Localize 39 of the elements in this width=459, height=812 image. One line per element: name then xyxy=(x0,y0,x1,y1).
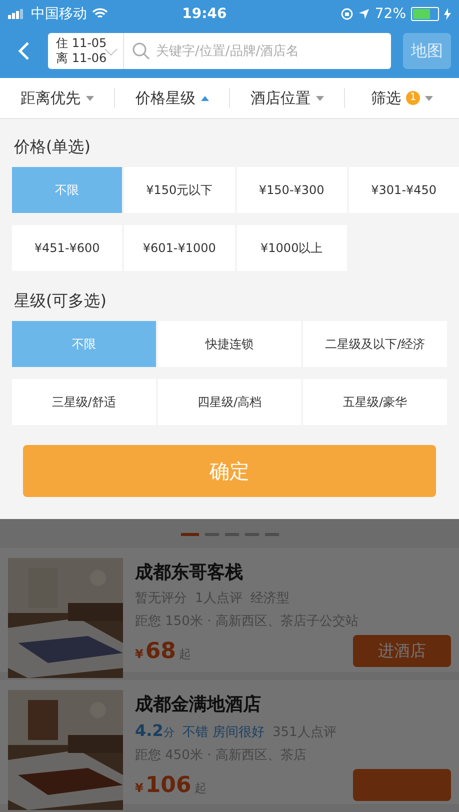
tab-label: 酒店位置 xyxy=(250,88,310,108)
tab-label: 筛选 xyxy=(371,88,401,108)
price-option[interactable]: ¥150元以下 xyxy=(124,167,234,213)
hotel-name: 成都东哥客栈 xyxy=(135,561,244,584)
battery-icon xyxy=(411,7,439,21)
sort-tab[interactable]: 价格星级 xyxy=(115,88,229,108)
filter-count-badge: 1 xyxy=(406,91,420,105)
sort-tab[interactable]: 筛选 1 xyxy=(345,88,459,108)
date-selector[interactable]: 住 11-05 离 11-06 xyxy=(48,33,124,69)
star-option[interactable]: 二星级及以下/经济 xyxy=(303,321,447,367)
star-option[interactable]: 快捷连锁 xyxy=(158,321,302,367)
tab-label: 距离优先 xyxy=(20,88,80,108)
star-option[interactable]: 四星级/高档 xyxy=(158,379,302,425)
price-option[interactable]: ¥150-¥300 xyxy=(236,167,347,213)
sort-tab[interactable]: 距离优先 xyxy=(0,88,114,108)
location-arrow-icon xyxy=(358,8,370,20)
battery-percent: 72% xyxy=(374,6,406,22)
section-title: 星级(可多选) xyxy=(14,291,108,312)
back-icon[interactable] xyxy=(18,41,30,61)
rating-text: 不错 房间很好 xyxy=(182,724,264,741)
search-field[interactable]: 关键字/位置/品牌/酒店名 xyxy=(124,33,391,69)
section-title: 价格(单选) xyxy=(14,137,92,158)
tab-label: 价格星级 xyxy=(136,88,196,108)
star-option[interactable]: 三星级/舒适 xyxy=(12,379,156,425)
sort-tab[interactable]: 酒店位置 xyxy=(230,88,344,108)
rotation-lock-icon xyxy=(340,8,353,20)
price-option[interactable]: ¥601-¥1000 xyxy=(124,225,234,271)
signal-icon xyxy=(8,9,26,19)
price-option[interactable]: ¥451-¥600 xyxy=(12,225,122,271)
price-option[interactable]: ¥301-¥450 xyxy=(348,167,459,213)
status-time: 19:46 xyxy=(181,6,228,22)
wifi-icon xyxy=(92,8,108,20)
carrier-name: 中国移动 xyxy=(31,5,87,23)
rating-score: 4.2分 xyxy=(135,721,174,740)
charging-icon xyxy=(444,8,451,20)
star-option[interactable]: 五星级/豪华 xyxy=(303,379,447,425)
hotel-name: 成都金满地酒店 xyxy=(135,693,262,716)
price-option[interactable]: ¥1000以上 xyxy=(236,225,347,271)
chevron-down-icon xyxy=(104,48,118,56)
